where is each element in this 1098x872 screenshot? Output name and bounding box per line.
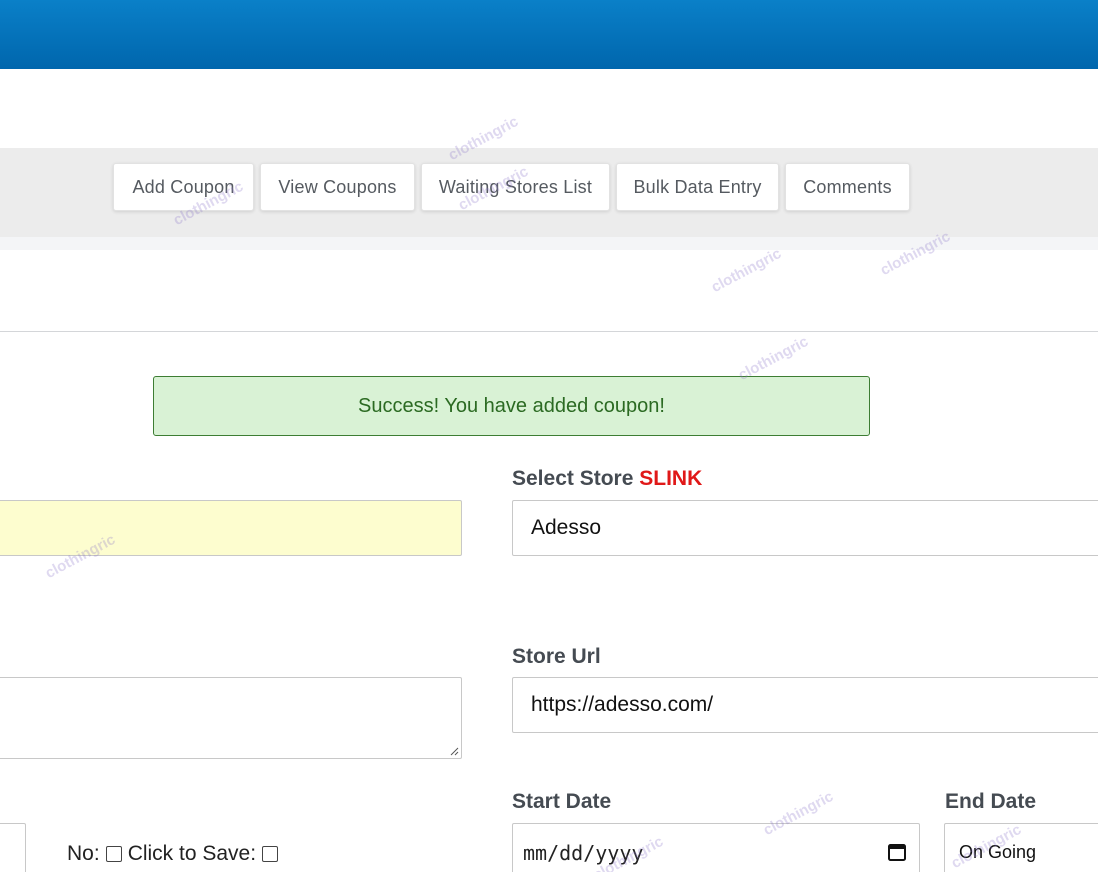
end-date-input[interactable]: On Going [944,823,1098,872]
calendar-icon[interactable] [887,842,907,862]
select-store-label: Select Store SLINK [512,467,702,491]
nav-toolbar-bottom [0,237,1098,250]
click-to-save-checkbox[interactable] [262,846,279,862]
no-label: No: [67,842,100,865]
option-checkboxes-row: No: Click to Save: [67,840,284,868]
resize-grip-icon[interactable] [450,747,459,756]
select-store-value: Adesso [531,516,602,539]
bulk-data-entry-button[interactable]: Bulk Data Entry [616,163,779,211]
select-store-label-text: Select Store [512,467,634,490]
click-to-save-label: Click to Save: [127,842,257,865]
end-date-value: On Going [959,842,1037,862]
watermark-text: clothingric [708,244,785,297]
top-header-bar [0,0,1098,69]
view-coupons-button[interactable]: View Coupons [260,163,415,211]
section-divider [0,331,1098,332]
success-alert: Success! You have added coupon! [153,376,870,436]
coupon-title-input[interactable] [0,500,462,556]
slink-badge: SLINK [639,467,703,490]
coupon-description-textarea[interactable] [0,677,462,759]
no-checkbox[interactable] [105,846,122,862]
end-date-label: End Date [945,790,1037,813]
comments-button[interactable]: Comments [785,163,910,211]
store-url-value: https://adesso.com/ [531,693,714,716]
store-url-label: Store Url [512,645,601,668]
store-url-input[interactable]: https://adesso.com/ [512,677,1098,733]
start-date-placeholder: mm/dd/yyyy [523,841,644,865]
left-bottom-input[interactable] [0,823,26,872]
select-store-input[interactable]: Adesso [512,500,1098,556]
waiting-stores-list-button[interactable]: Waiting Stores List [421,163,610,211]
add-coupon-button[interactable]: Add Coupon [113,163,254,211]
start-date-input[interactable]: mm/dd/yyyy [512,823,920,872]
start-date-label: Start Date [512,790,612,813]
